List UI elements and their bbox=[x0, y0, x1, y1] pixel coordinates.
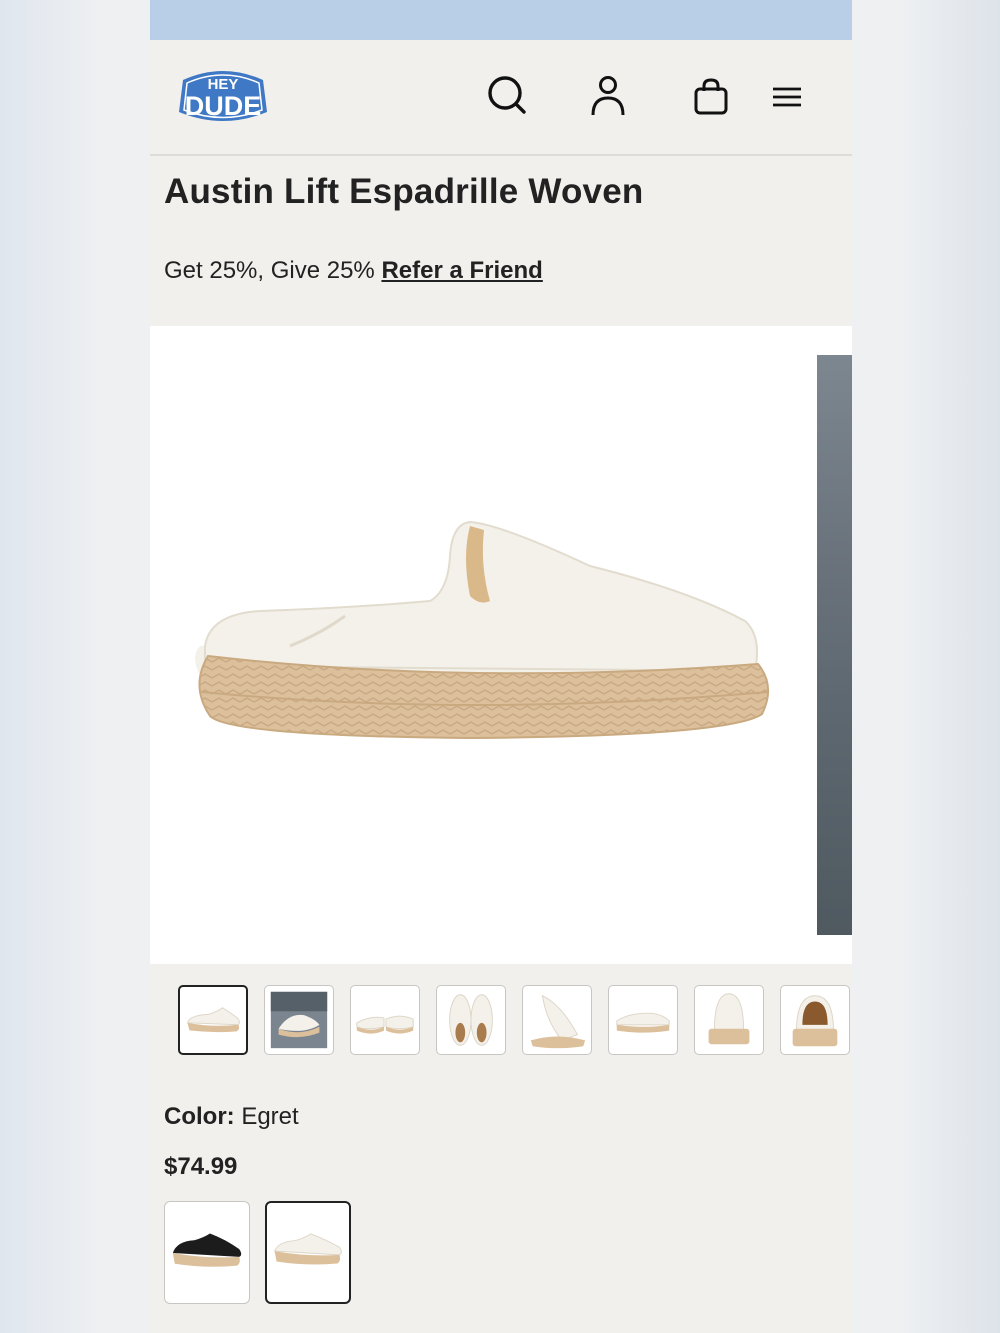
hey-dude-logo[interactable]: HEY DUDE bbox=[177, 66, 269, 126]
svg-text:DUDE: DUDE bbox=[185, 91, 262, 121]
site-header: HEY DUDE bbox=[150, 40, 852, 156]
thumbnail-1[interactable] bbox=[178, 985, 248, 1055]
product-price: $74.99 bbox=[164, 1153, 238, 1180]
color-value: Egret bbox=[241, 1103, 299, 1130]
product-image-carousel[interactable] bbox=[150, 326, 852, 964]
thumbnail-5[interactable] bbox=[522, 985, 592, 1055]
thumbnail-6[interactable] bbox=[608, 985, 678, 1055]
refer-a-friend-link[interactable]: Refer a Friend bbox=[381, 257, 542, 284]
color-selection: Color: Egret bbox=[164, 1103, 299, 1131]
main-product-image bbox=[195, 520, 769, 740]
menu-icon[interactable] bbox=[765, 74, 809, 118]
promo-bar[interactable] bbox=[150, 0, 852, 40]
color-swatch-black[interactable] bbox=[164, 1201, 250, 1304]
next-image-peek[interactable] bbox=[817, 355, 852, 935]
search-icon[interactable] bbox=[485, 74, 529, 118]
account-icon[interactable] bbox=[586, 74, 630, 118]
product-title: Austin Lift Espadrille Woven bbox=[164, 172, 644, 211]
refer-text: Get 25%, Give 25% bbox=[164, 257, 375, 284]
refer-banner: Get 25%, Give 25% Refer a Friend bbox=[164, 257, 543, 285]
thumbnail-3[interactable] bbox=[350, 985, 420, 1055]
thumbnail-7[interactable] bbox=[694, 985, 764, 1055]
bag-icon[interactable] bbox=[689, 74, 733, 118]
thumbnail-8[interactable] bbox=[780, 985, 850, 1055]
color-swatch-egret[interactable] bbox=[265, 1201, 351, 1304]
thumbnail-strip bbox=[178, 985, 852, 1057]
color-label: Color: bbox=[164, 1103, 235, 1130]
product-page: HEY DUDE Austin Lift Espadrille Woven Ge… bbox=[150, 0, 852, 1333]
thumbnail-4[interactable] bbox=[436, 985, 506, 1055]
thumbnail-2[interactable] bbox=[264, 985, 334, 1055]
